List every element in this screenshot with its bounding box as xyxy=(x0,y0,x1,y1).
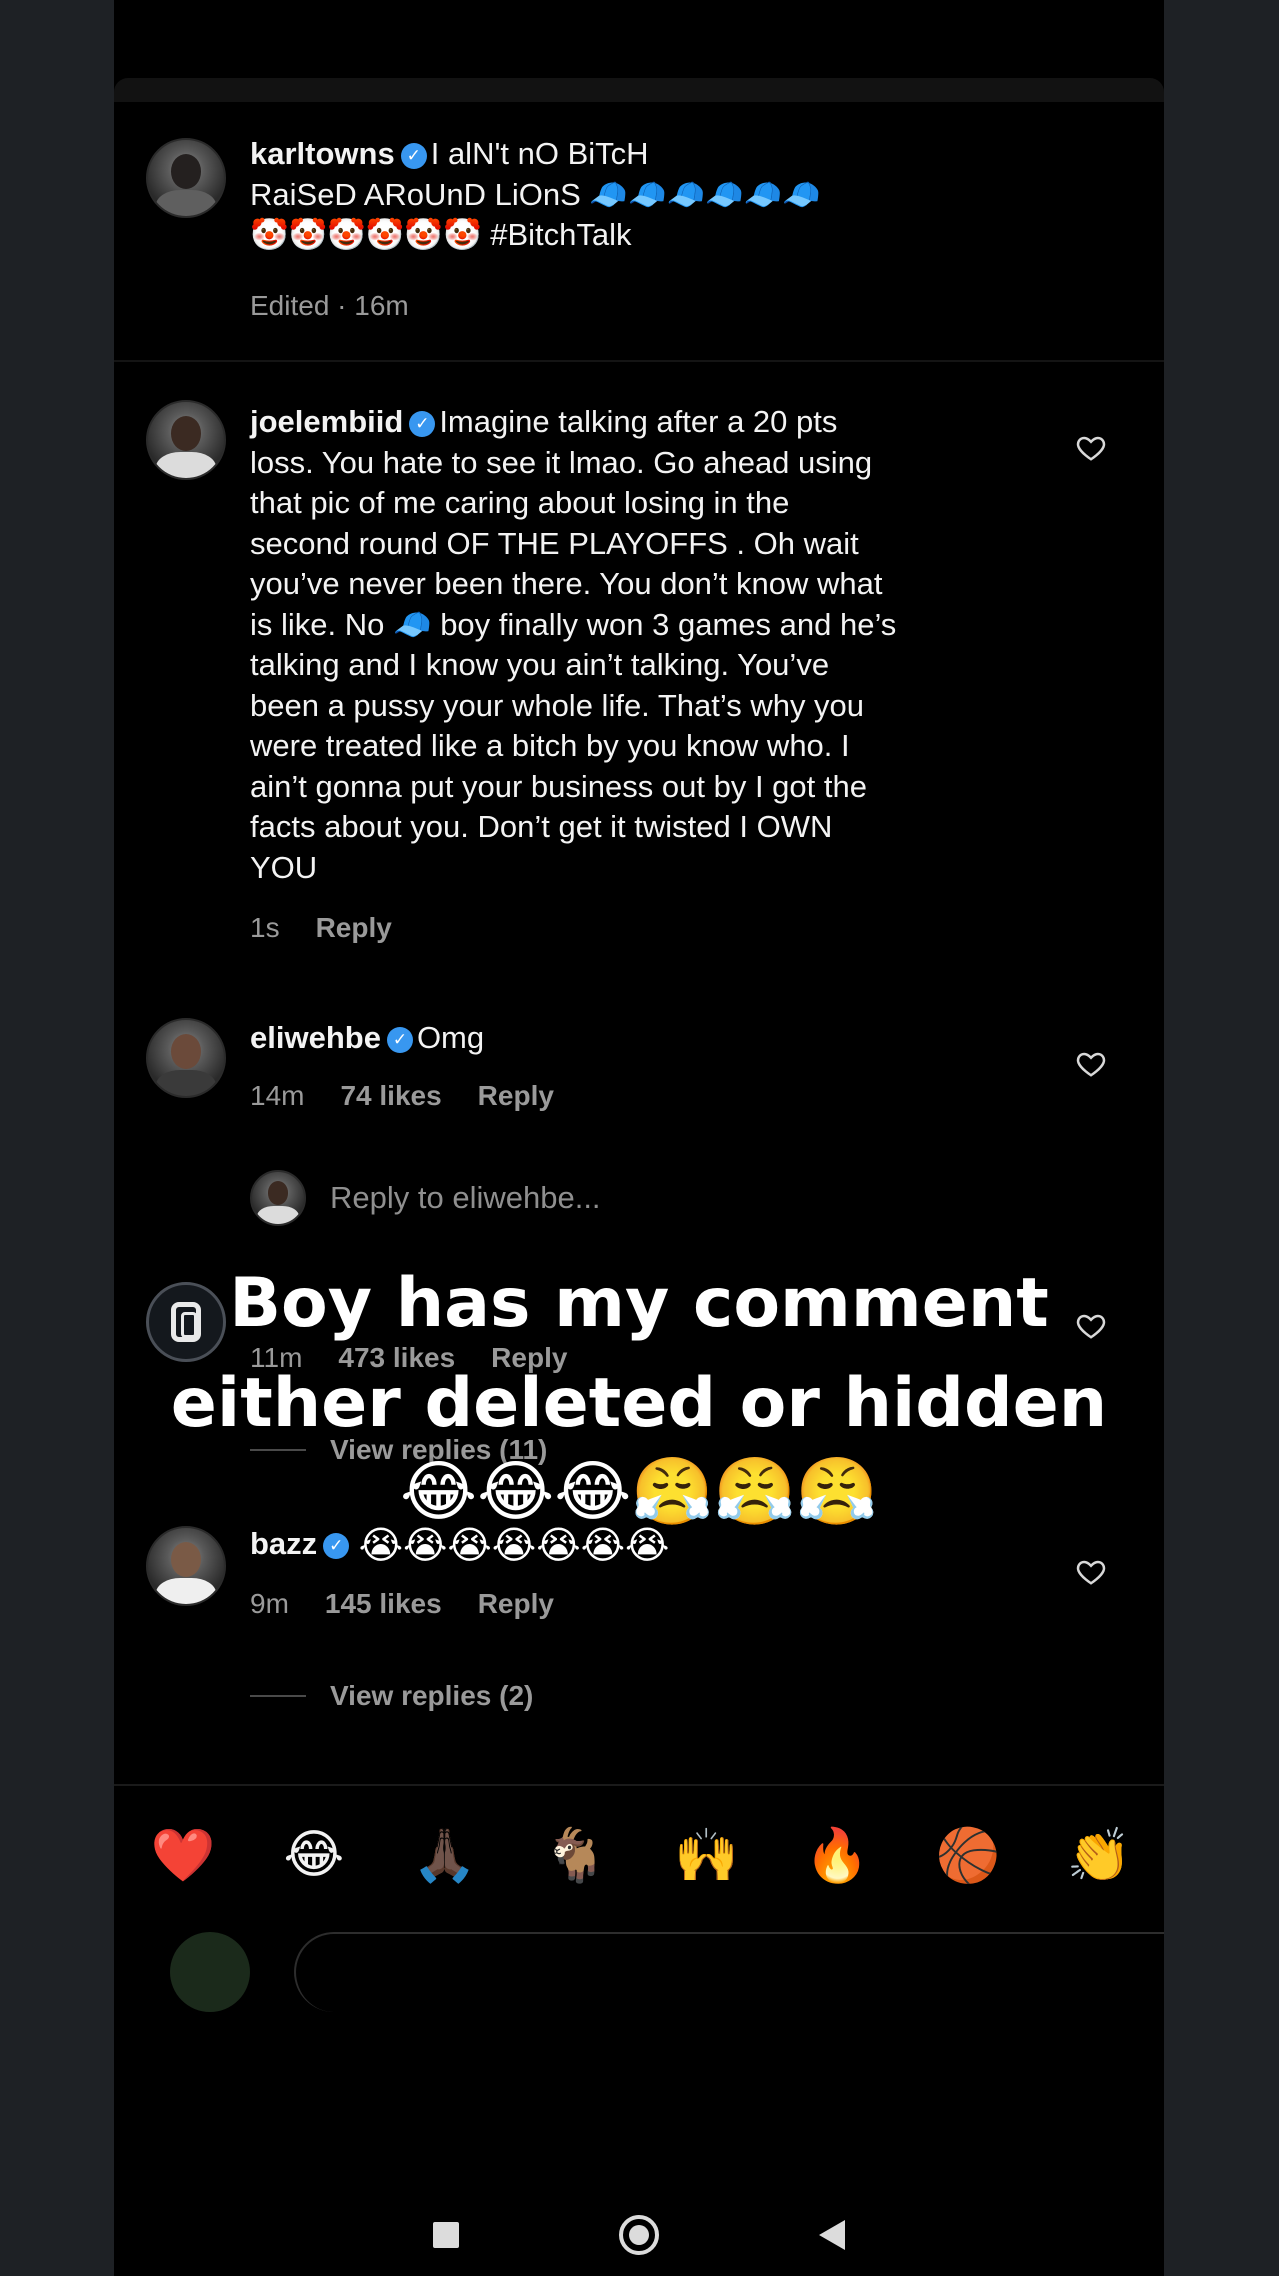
comment-body: Omg xyxy=(416,1020,485,1055)
comment-line: that pic of me caring about losing in th… xyxy=(250,485,790,520)
composer-avatar xyxy=(170,1932,250,2012)
comment-line: is like. No 🧢 boy finally won 3 games an… xyxy=(250,606,897,642)
comment-time: 9m xyxy=(250,1588,289,1619)
reply-input[interactable]: Reply to eliwehbe... xyxy=(330,1180,601,1216)
comment-line: talking and I know you ain’t talking. Yo… xyxy=(250,647,830,682)
comment-line: Imagine talking after a 20 pts xyxy=(439,404,838,439)
reaction-pray[interactable]: 🙏🏿 xyxy=(410,1825,480,1886)
eliwehbe-avatar[interactable] xyxy=(146,1018,226,1098)
post-caption: karltowns ✓ I alN't nO BiTcH RaiSeD ARoUnD… xyxy=(250,134,1090,256)
heart-icon[interactable] xyxy=(1076,434,1106,462)
overlay-caption-line-1: Boy has my comment xyxy=(229,1264,1049,1343)
caption-line-2: RaiSeD ARoUnD LiOnS 🧢🧢🧢🧢🧢🧢 xyxy=(250,176,822,212)
view-replies-label: View replies (2) xyxy=(330,1680,534,1711)
comment-line: been a pussy your whole life. That’s why… xyxy=(250,687,865,723)
comment-line: loss. You hate to see it lmao. Go ahead … xyxy=(250,444,873,480)
heart-icon[interactable] xyxy=(1076,1050,1106,1078)
karltowns-avatar[interactable] xyxy=(146,138,226,218)
post-edited-time: Edited · 16m xyxy=(250,290,409,321)
joelembiid-comment: joelembiid ✓ Imagine talking after a 20 pt… xyxy=(250,402,990,888)
phone-screen: karltowns ✓ I alN't nO BiTcH RaiSeD ARoUnD… xyxy=(114,0,1164,2276)
reply-button[interactable]: Reply xyxy=(316,912,392,944)
comment-likes[interactable]: 145 likes xyxy=(325,1588,442,1620)
back-icon[interactable] xyxy=(819,2220,845,2250)
verified-badge-icon: ✓ xyxy=(386,1027,413,1053)
system-nav-bar xyxy=(114,2200,1164,2270)
comment-input[interactable] xyxy=(294,1932,1164,2012)
reaction-laugh[interactable]: 😂 xyxy=(279,1825,349,1885)
current-user-avatar xyxy=(250,1170,306,1226)
comment-time: 14m xyxy=(250,1080,305,1111)
comment-line: second round OF THE PLAYOFFS . Oh wait xyxy=(250,525,859,561)
reaction-clap[interactable]: 👏 xyxy=(1064,1825,1134,1886)
comment-line: YOU xyxy=(250,849,318,885)
reply-button[interactable]: Reply xyxy=(478,1588,554,1620)
reaction-goat[interactable]: 🐐 xyxy=(541,1825,611,1886)
overlay-caption-line-2: either deleted or hidden xyxy=(170,1364,1108,1443)
caption-line-3: 🤡🤡🤡🤡🤡🤡 #BitchTalk xyxy=(250,217,632,252)
comment-time: 1s xyxy=(250,912,280,943)
comment-username[interactable]: eliwehbe xyxy=(250,1020,381,1055)
divider xyxy=(114,360,1164,362)
home-icon[interactable] xyxy=(619,2215,659,2255)
comment-line: you’ve never been there. You don’t know … xyxy=(250,566,883,601)
bazz-meta: 9m 145 likes Reply xyxy=(250,1588,554,1620)
overlay-emojis-sub: 😭😭😭😭😭😭😭 xyxy=(358,1523,670,1567)
quick-reaction-bar: ❤️ 😂 🙏🏿 🐐 🙌 🔥 🏀 👏 xyxy=(114,1810,1164,1900)
joelembiid-avatar[interactable] xyxy=(146,400,226,480)
comment-line: ain’t gonna put your business out by I g… xyxy=(250,768,867,804)
divider xyxy=(114,1784,1164,1786)
verified-badge-icon: ✓ xyxy=(409,411,436,437)
reaction-raised-hands[interactable]: 🙌 xyxy=(671,1825,741,1886)
view-replies-button[interactable]: View replies (2) xyxy=(250,1680,533,1712)
post-username[interactable]: karltowns xyxy=(250,136,395,171)
eliwehbe-comment: eliwehbe ✓ Omg xyxy=(250,1018,990,1059)
recent-apps-icon[interactable] xyxy=(433,2222,459,2248)
reaction-basketball[interactable]: 🏀 xyxy=(933,1825,1003,1886)
reaction-fire[interactable]: 🔥 xyxy=(802,1825,872,1886)
comment-line: were treated like a bitch by you know wh… xyxy=(250,728,850,763)
comment-line: facts about you. Don’t get it twisted I … xyxy=(250,809,833,844)
comment-username[interactable]: joelembiid xyxy=(250,404,403,439)
caption-line-1: I alN't nO BiTcH xyxy=(430,136,649,171)
post-meta: Edited · 16m xyxy=(250,290,409,322)
sheet-header xyxy=(114,78,1164,102)
joelembiid-meta: 1s Reply xyxy=(250,912,392,944)
verified-badge-icon: ✓ xyxy=(400,143,427,169)
comment-likes[interactable]: 74 likes xyxy=(340,1080,441,1112)
eliwehbe-meta: 14m 74 likes Reply xyxy=(250,1080,554,1112)
reaction-heart[interactable]: ❤️ xyxy=(148,1825,218,1886)
reply-button[interactable]: Reply xyxy=(478,1080,554,1112)
